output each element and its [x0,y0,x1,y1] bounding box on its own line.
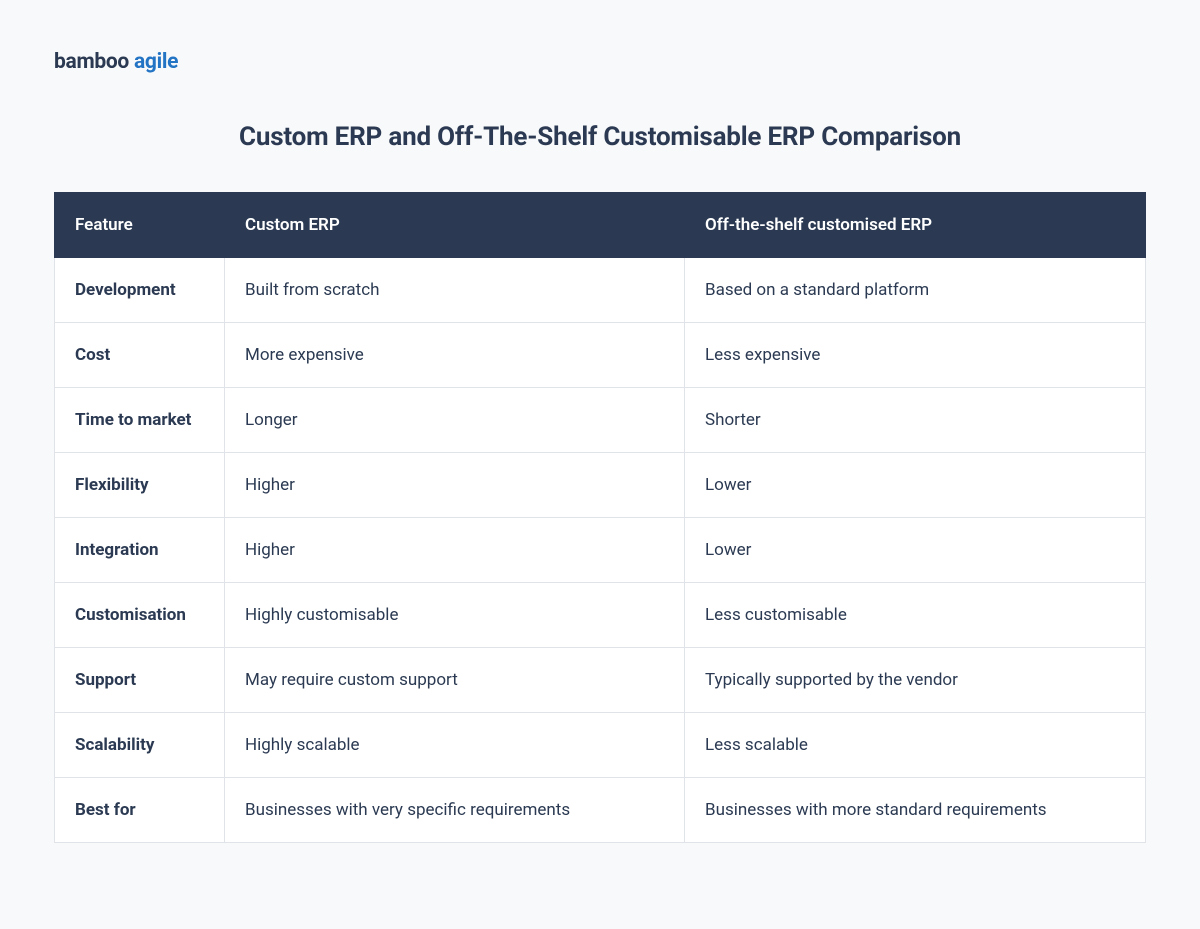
cell-custom: More expensive [225,323,685,388]
cell-ots: Less expensive [685,323,1146,388]
cell-feature: Scalability [55,713,225,778]
cell-ots: Less scalable [685,713,1146,778]
cell-feature: Integration [55,518,225,583]
cell-custom: Longer [225,388,685,453]
comparison-table: Feature Custom ERP Off-the-shelf customi… [54,192,1146,843]
table-row: Scalability Highly scalable Less scalabl… [55,713,1146,778]
cell-ots: Businesses with more standard requiremen… [685,778,1146,843]
cell-custom: May require custom support [225,648,685,713]
cell-custom: Higher [225,518,685,583]
cell-feature: Customisation [55,583,225,648]
cell-feature: Support [55,648,225,713]
cell-ots: Shorter [685,388,1146,453]
table-row: Time to market Longer Shorter [55,388,1146,453]
header-feature: Feature [55,193,225,258]
table-row: Integration Higher Lower [55,518,1146,583]
header-custom-erp: Custom ERP [225,193,685,258]
cell-custom: Businesses with very specific requiremen… [225,778,685,843]
table-row: Support May require custom support Typic… [55,648,1146,713]
logo-secondary-text: agile [134,50,178,74]
cell-ots: Typically supported by the vendor [685,648,1146,713]
cell-ots: Lower [685,453,1146,518]
table-row: Customisation Highly customisable Less c… [55,583,1146,648]
cell-feature: Cost [55,323,225,388]
logo-primary-text: bamboo [54,50,129,74]
page-title: Custom ERP and Off-The-Shelf Customisabl… [54,122,1146,152]
cell-custom: Highly scalable [225,713,685,778]
header-ots-erp: Off-the-shelf customised ERP [685,193,1146,258]
table-row: Cost More expensive Less expensive [55,323,1146,388]
cell-custom: Built from scratch [225,258,685,323]
table-header-row: Feature Custom ERP Off-the-shelf customi… [55,193,1146,258]
table-row: Best for Businesses with very specific r… [55,778,1146,843]
table-row: Flexibility Higher Lower [55,453,1146,518]
cell-feature: Best for [55,778,225,843]
brand-logo: bamboo agile [54,50,1146,74]
cell-custom: Highly customisable [225,583,685,648]
cell-custom: Higher [225,453,685,518]
cell-feature: Development [55,258,225,323]
cell-ots: Less customisable [685,583,1146,648]
cell-ots: Lower [685,518,1146,583]
cell-feature: Time to market [55,388,225,453]
cell-ots: Based on a standard platform [685,258,1146,323]
table-row: Development Built from scratch Based on … [55,258,1146,323]
cell-feature: Flexibility [55,453,225,518]
